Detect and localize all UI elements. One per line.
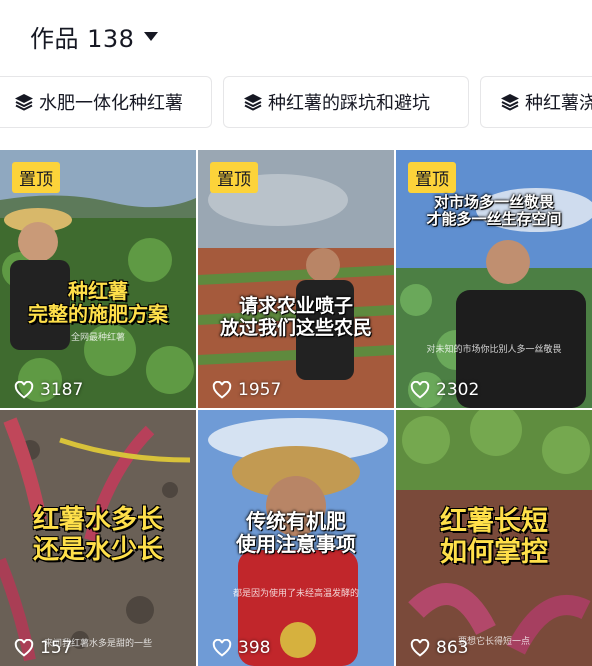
like-count-value: 2302: [436, 380, 480, 400]
like-count-value: 3187: [40, 380, 84, 400]
caption-line: 红薯水多长: [32, 505, 163, 535]
video-caption: 请求农业喷子 放过我们这些农民: [198, 295, 394, 340]
collection-chip-label: 水肥一体化种红薯: [39, 93, 183, 114]
video-tile-5[interactable]: 传统有机肥 使用注意事项 都是因为使用了未经高温发酵的 398: [198, 410, 394, 666]
video-tile-2[interactable]: 置顶 请求农业喷子 放过我们这些农民 1957: [198, 150, 394, 408]
pinned-badge: 置顶: [210, 162, 258, 193]
video-caption: 种红薯 完整的施肥方案: [0, 280, 196, 326]
heart-icon: [410, 639, 430, 657]
like-count-value: 1957: [238, 380, 282, 400]
caption-line: 种红薯: [68, 279, 128, 303]
works-count-title: 作品 138: [30, 24, 135, 53]
collection-chip-2[interactable]: 种红薯的踩坑和避坑: [223, 76, 469, 128]
caption-line: 完整的施肥方案: [28, 302, 168, 326]
pinned-badge: 置顶: [408, 162, 456, 193]
caption-line: 传统有机肥: [246, 509, 346, 533]
collection-chip-1[interactable]: 水肥一体化种红薯: [0, 76, 212, 128]
like-count: 157: [14, 638, 72, 658]
video-caption: 对市场多一丝敬畏 才能多一丝生存空间: [396, 193, 592, 229]
video-caption: 红薯水多长 还是水少长: [0, 505, 196, 566]
video-tile-4[interactable]: 红薯水多长 还是水少长 来问我红薯水多是甜的一些 157: [0, 410, 196, 666]
works-header[interactable]: 作品 138: [0, 0, 592, 72]
like-count: 398: [212, 638, 270, 658]
video-tile-1[interactable]: 置顶 种红薯 完整的施肥方案 全网最种红薯 3187: [0, 150, 196, 408]
layers-icon: [15, 94, 33, 111]
like-count: 2302: [410, 380, 479, 400]
caret-down-icon[interactable]: [144, 31, 159, 41]
video-tile-3[interactable]: 置顶 对市场多一丝敬畏 才能多一丝生存空间 对未知的市场你比别人多一丝敬畏 23…: [396, 150, 592, 408]
video-caption: 红薯长短 如何掌控: [396, 506, 592, 568]
like-count-value: 863: [436, 638, 469, 658]
video-subtitle: 对未知的市场你比别人多一丝敬畏: [426, 345, 562, 355]
caption-line: 放过我们这些农民: [219, 316, 372, 339]
caption-line: 使用注意事项: [236, 532, 356, 556]
like-count: 3187: [14, 380, 83, 400]
video-grid: 置顶 种红薯 完整的施肥方案 全网最种红薯 3187 置顶 请求农业喷子 放过我…: [0, 150, 592, 666]
caption-line: 请求农业喷子: [238, 295, 353, 317]
caption-line: 红薯长短: [440, 506, 548, 537]
heart-icon: [410, 381, 430, 399]
caption-line: 对市场多一丝敬畏: [433, 193, 554, 211]
layers-icon: [501, 94, 519, 111]
heart-icon: [212, 639, 232, 657]
collection-chips: 水肥一体化种红薯 种红薯的踩坑和避坑 种红薯浇: [0, 76, 592, 130]
collection-chip-3[interactable]: 种红薯浇: [480, 76, 592, 128]
heart-icon: [14, 639, 34, 657]
video-caption: 传统有机肥 使用注意事项: [198, 510, 394, 556]
video-subtitle: 全网最种红薯: [70, 333, 125, 343]
caption-line: 如何掌控: [440, 537, 548, 569]
like-count-value: 398: [238, 638, 271, 658]
pinned-badge: 置顶: [12, 162, 60, 193]
caption-line: 才能多一丝生存空间: [426, 210, 562, 229]
heart-icon: [14, 381, 34, 399]
collection-chip-label: 种红薯的踩坑和避坑: [268, 93, 430, 114]
caption-line: 还是水少长: [32, 534, 163, 565]
video-subtitle: 都是因为使用了未经高温发酵的: [232, 589, 359, 599]
layers-icon: [244, 94, 262, 111]
collection-chip-label: 种红薯浇: [525, 93, 592, 114]
like-count-value: 157: [40, 638, 73, 658]
like-count: 863: [410, 638, 468, 658]
heart-icon: [212, 381, 232, 399]
like-count: 1957: [212, 380, 281, 400]
video-tile-6[interactable]: 红薯长短 如何掌控 要想它长得短一点 863: [396, 410, 592, 666]
